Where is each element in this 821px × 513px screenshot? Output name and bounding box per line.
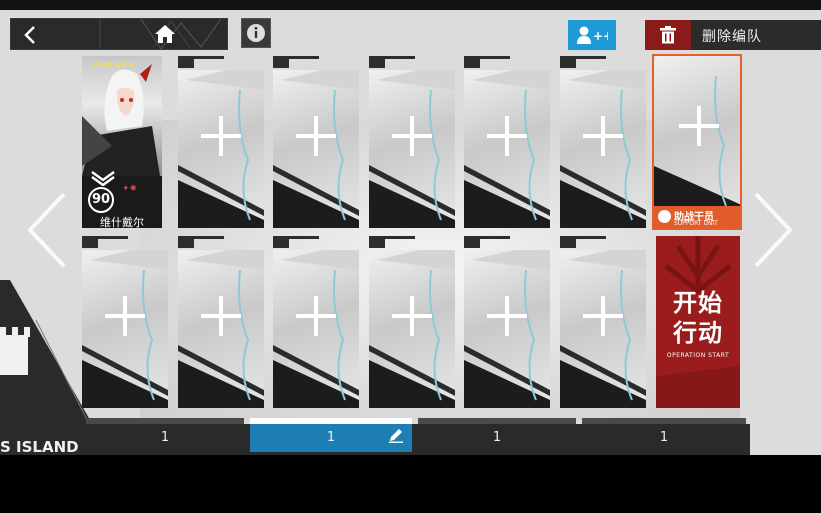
empty-slot[interactable]: [369, 236, 455, 408]
plus-icon: [201, 116, 241, 156]
edit-pencil-icon[interactable]: [388, 427, 404, 443]
delete-squad-label: 删除编队: [702, 29, 762, 45]
plus-icon: [583, 116, 623, 156]
empty-slot[interactable]: [273, 56, 359, 228]
previous-squad-arrow-icon[interactable]: [26, 190, 68, 270]
back-button[interactable]: [10, 18, 100, 50]
chevron-left-icon: [24, 26, 35, 44]
bottom-letterbox: [0, 455, 821, 513]
next-squad-arrow-icon[interactable]: [752, 190, 794, 270]
operator-level: 90: [88, 187, 114, 213]
squad-tab-label: 1: [659, 430, 669, 445]
squad-tab-label: 1: [160, 430, 170, 445]
slot-card: [82, 250, 168, 408]
squad-tabs: 1 1 1 1: [86, 418, 746, 452]
empty-slot[interactable]: [273, 236, 359, 408]
start-sublabel: OPERATION START: [666, 352, 730, 359]
operator-card[interactable]: ★★★★★★ 90 ✦✸ 维什戴尔: [82, 56, 162, 228]
slot-card: [560, 70, 646, 228]
empty-slot[interactable]: [178, 236, 264, 408]
plus-icon: [392, 116, 432, 156]
slot-card: [560, 250, 646, 408]
slot-card: [273, 70, 359, 228]
slot-card: [178, 70, 264, 228]
operation-start-button[interactable]: 开始 行动 OPERATION START: [656, 236, 740, 408]
home-icon: [155, 25, 175, 43]
start-label-zh: 开始 行动: [656, 288, 740, 348]
support-unit-slot[interactable]: 助战干员 SUPPORT UNIT: [652, 54, 742, 230]
rarity-stars: ★★★★★★: [92, 60, 135, 70]
slot-card: [369, 250, 455, 408]
squad-tab[interactable]: 1: [86, 418, 244, 452]
slot-card: [273, 250, 359, 408]
plus-icon: [392, 296, 432, 336]
plus-icon: [679, 106, 719, 146]
plus-icon: [201, 296, 241, 336]
trash-icon: [660, 26, 676, 44]
start-label-line1: 开始: [673, 289, 723, 317]
delete-icon-box: [645, 20, 691, 50]
home-button[interactable]: [100, 18, 228, 50]
operator-name: 维什戴尔: [100, 216, 144, 228]
start-label-line2: 行动: [673, 319, 723, 347]
squad-tab[interactable]: 1: [582, 418, 746, 452]
info-button[interactable]: [241, 18, 271, 48]
slot-card: [464, 250, 550, 408]
squad-tab-active[interactable]: 1: [250, 418, 412, 452]
squad-tab-label: 1: [492, 430, 502, 445]
class-badge-icon: ✦✸: [122, 184, 138, 194]
squad-screen: S ISLAND ++ 删除编队: [0, 0, 821, 455]
empty-slot[interactable]: [369, 56, 455, 228]
plus-icon: [487, 296, 527, 336]
svg-text:++: ++: [593, 29, 608, 43]
support-unit-sublabel: SUPPORT UNIT: [674, 220, 718, 227]
brand-text: S ISLAND: [0, 438, 79, 455]
info-icon: [247, 24, 265, 42]
empty-slot[interactable]: [178, 56, 264, 228]
top-border: [0, 0, 821, 10]
support-unit-button[interactable]: ++: [568, 20, 616, 50]
elite-2-icon: [91, 170, 115, 186]
slot-card: [369, 70, 455, 228]
add-friend-icon: ++: [577, 26, 608, 44]
slot-card: [178, 250, 264, 408]
plus-icon: [296, 116, 336, 156]
operator-portrait: [82, 56, 162, 176]
plus-icon: [583, 296, 623, 336]
plus-icon: [296, 296, 336, 336]
empty-slot[interactable]: [560, 236, 646, 408]
delete-squad-button[interactable]: 删除编队: [645, 20, 821, 50]
empty-slot[interactable]: [464, 236, 550, 408]
slot-card: [464, 70, 550, 228]
plus-icon: [487, 116, 527, 156]
empty-slot[interactable]: [560, 56, 646, 228]
empty-slot[interactable]: [464, 56, 550, 228]
support-unit-icon: [658, 210, 671, 223]
plus-icon: [105, 296, 145, 336]
empty-slot[interactable]: [82, 236, 168, 408]
squad-tab[interactable]: 1: [418, 418, 576, 452]
